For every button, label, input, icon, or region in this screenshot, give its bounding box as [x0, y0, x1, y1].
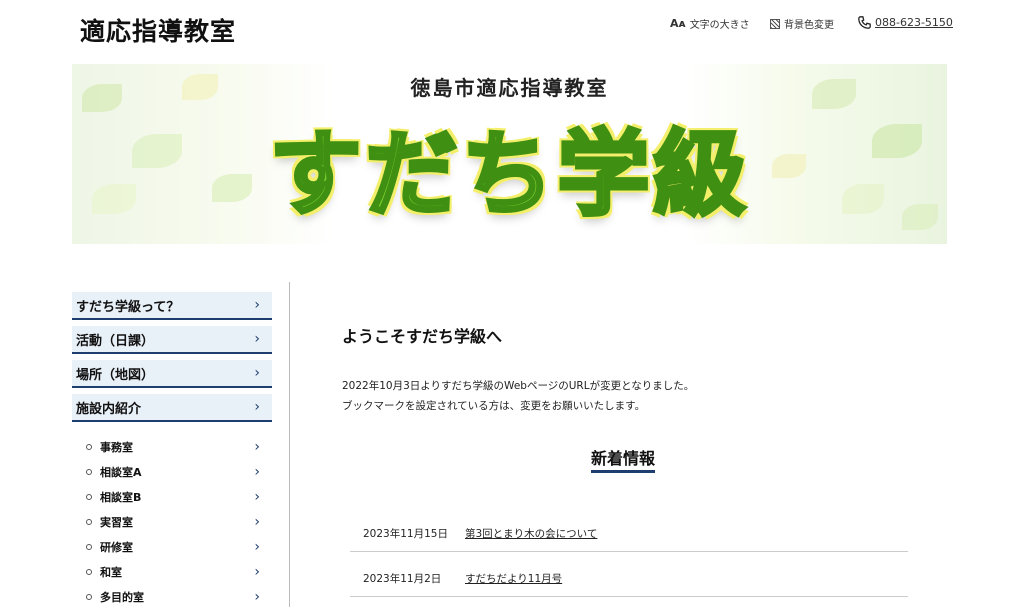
bullet-icon	[86, 493, 92, 500]
sidebar-item-label: 場所（地図）	[76, 367, 155, 383]
sidebar-item-label: 活動（日課）	[76, 333, 155, 349]
sidebar-divider	[289, 282, 290, 607]
sidebar-item-label: すだち学級って？	[76, 299, 180, 315]
sidebar-subitem-multipurpose[interactable]: 多目的室 ›	[72, 584, 272, 607]
chevron-right-icon: ›	[254, 513, 260, 530]
sidebar-item-facilities[interactable]: 施設内紹介 ›	[72, 394, 272, 422]
sidebar-subitem-label: 実習室	[100, 515, 133, 529]
sidebar-subitem-practice[interactable]: 実習室 ›	[72, 509, 272, 534]
bullet-icon	[86, 518, 92, 525]
sidebar-subitem-consult-b[interactable]: 相談室B ›	[72, 484, 272, 509]
sidebar-nav: すだち学級って？ › 活動（日課） › 場所（地図） › 施設内紹介 › 事務室…	[72, 292, 272, 607]
news-date: 2023年11月15日	[363, 528, 448, 540]
sidebar-subitem-label: 相談室B	[100, 490, 142, 504]
url-change-notice: 2022年10月3日よりすだち学級のWebページのURLが変更となりました。 ブ…	[342, 376, 694, 416]
news-title-link[interactable]: すだちだより11月号	[465, 571, 562, 586]
bullet-icon	[86, 543, 92, 550]
chevron-right-icon: ›	[254, 563, 260, 580]
bullet-icon	[86, 568, 92, 575]
hero-banner: 徳島市適応指導教室 すだち学級	[72, 64, 947, 244]
banner-subtitle: 徳島市適応指導教室	[410, 76, 609, 100]
font-size-label: 文字の大きさ	[689, 20, 750, 31]
sidebar-item-about[interactable]: すだち学級って？ ›	[72, 292, 272, 320]
chevron-right-icon: ›	[254, 463, 260, 480]
sidebar-item-location[interactable]: 場所（地図） ›	[72, 360, 272, 388]
notice-line: 2022年10月3日よりすだち学級のWebページのURLが変更となりました。	[342, 380, 695, 392]
bg-pattern-icon	[770, 18, 780, 29]
sidebar-subitem-label: 和室	[100, 565, 122, 579]
site-title[interactable]: 適応指導教室	[80, 12, 236, 48]
font-size-icon: Aᴀ	[670, 17, 686, 30]
sidebar-subitem-training[interactable]: 研修室 ›	[72, 534, 272, 559]
sidebar-item-label: 施設内紹介	[76, 401, 142, 417]
bullet-icon	[86, 593, 92, 600]
bg-color-label: 背景色変更	[784, 20, 834, 31]
chevron-right-icon: ›	[254, 297, 260, 313]
facility-sub-list: 事務室 › 相談室A › 相談室B › 実習室 › 研修室 › 和室 › 多目的…	[72, 434, 272, 607]
banner-title: すだち学級	[267, 119, 750, 230]
bg-color-control[interactable]: 背景色変更	[770, 16, 834, 31]
bullet-icon	[86, 468, 92, 475]
chevron-right-icon: ›	[254, 438, 260, 455]
sidebar-subitem-office[interactable]: 事務室 ›	[72, 434, 272, 459]
chevron-right-icon: ›	[254, 331, 260, 347]
news-item: 2023年11月15日 第3回とまり木の会について	[350, 516, 908, 552]
chevron-right-icon: ›	[254, 365, 260, 381]
bullet-icon	[86, 443, 92, 450]
welcome-heading: ようこそすだち学級へ	[342, 327, 503, 346]
news-heading: 新着情報	[591, 445, 656, 473]
phone-icon	[858, 16, 871, 29]
chevron-right-icon: ›	[254, 588, 260, 605]
phone-number-link[interactable]: 088-623-5150	[875, 16, 953, 29]
chevron-right-icon: ›	[254, 488, 260, 505]
sidebar-subitem-label: 事務室	[100, 440, 133, 454]
chevron-right-icon: ›	[254, 538, 260, 555]
sidebar-subitem-label: 研修室	[100, 540, 133, 554]
sidebar-subitem-consult-a[interactable]: 相談室A ›	[72, 459, 272, 484]
news-item: 2023年11月2日 すだちだより11月号	[350, 561, 908, 597]
notice-line: ブックマークを設定されている方は、変更をお願いいたします。	[342, 400, 646, 412]
news-title-link[interactable]: 第3回とまり木の会について	[465, 526, 597, 541]
sidebar-subitem-label: 相談室A	[100, 465, 142, 479]
font-size-control[interactable]: Aᴀ 文字の大きさ	[670, 16, 750, 31]
sidebar-subitem-japanese-room[interactable]: 和室 ›	[72, 559, 272, 584]
news-date: 2023年11月2日	[363, 573, 442, 585]
sidebar-subitem-label: 多目的室	[100, 590, 144, 604]
chevron-right-icon: ›	[254, 399, 260, 415]
phone-contact[interactable]: 088-623-5150	[858, 16, 953, 29]
sidebar-item-activities[interactable]: 活動（日課） ›	[72, 326, 272, 354]
